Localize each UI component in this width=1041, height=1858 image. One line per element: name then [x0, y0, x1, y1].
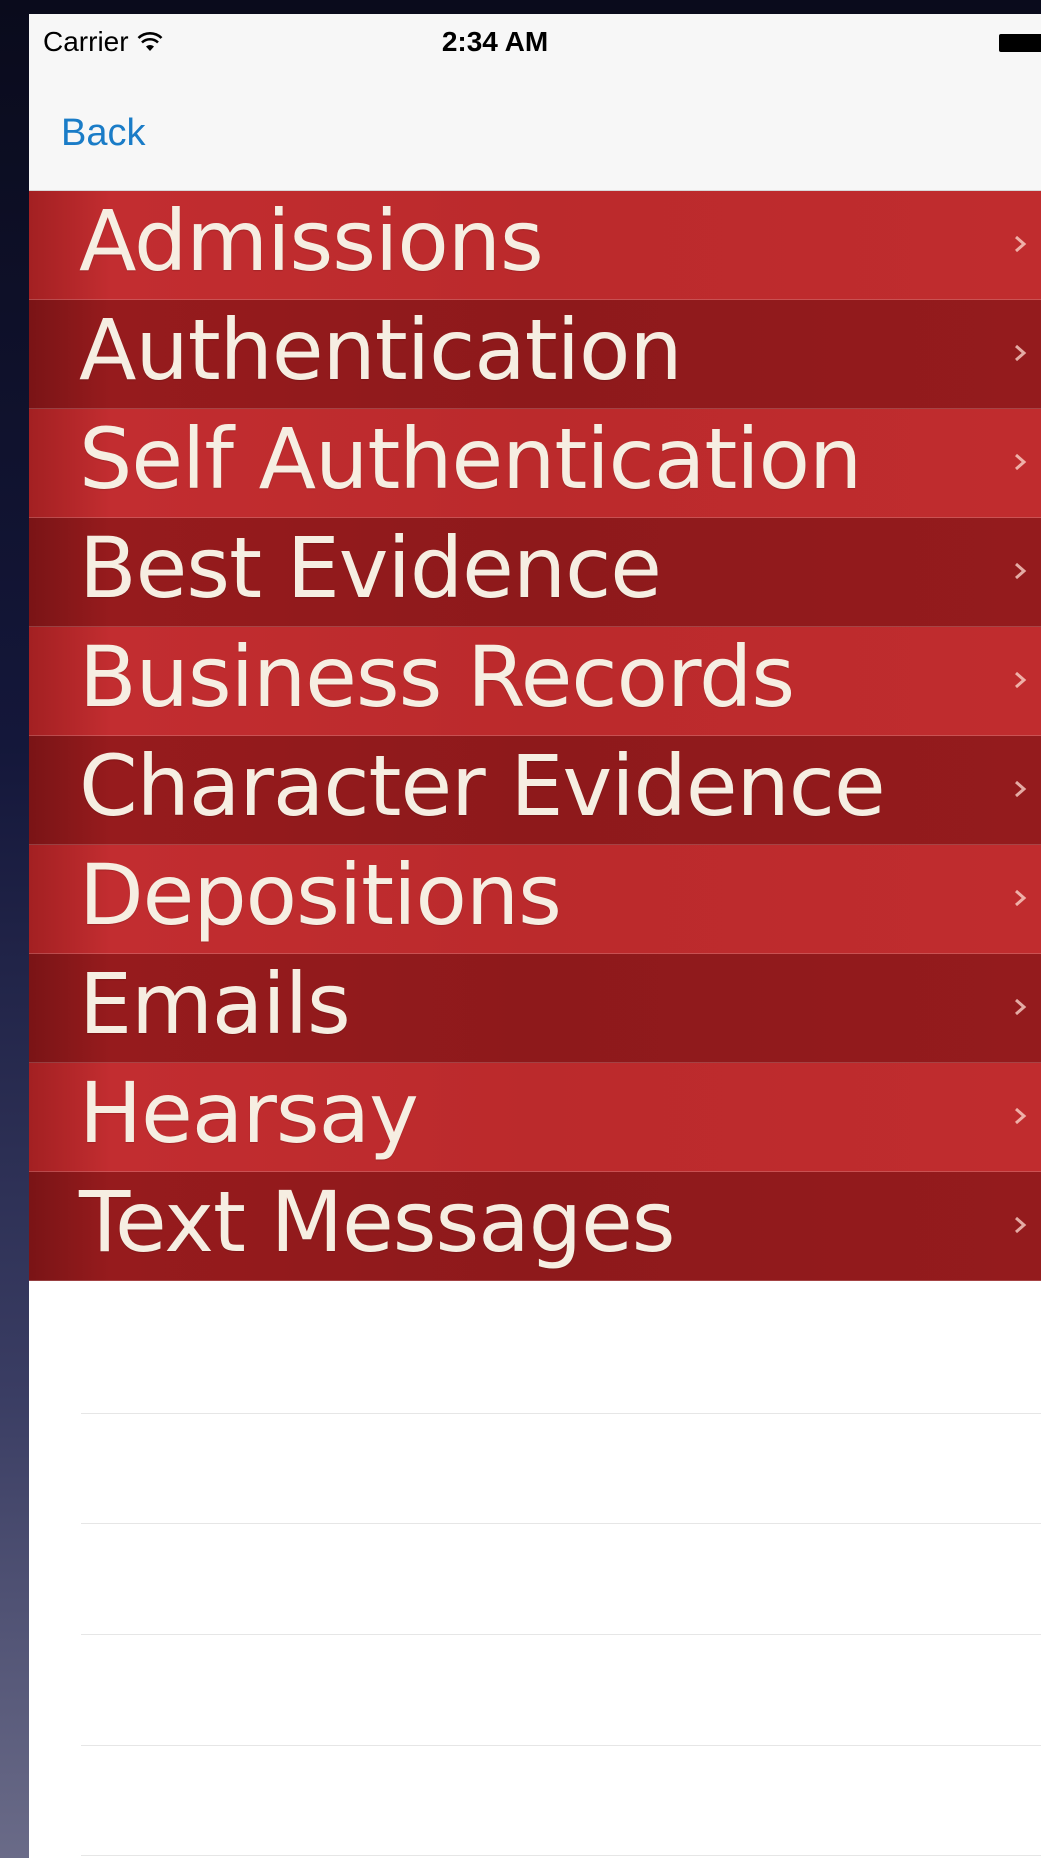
chevron-right-icon — [1015, 235, 1027, 253]
back-button[interactable]: Back — [61, 112, 145, 155]
status-time: 2:34 AM — [441, 26, 549, 57]
list-item-label: Emails — [79, 955, 351, 1053]
list-item-label: Admissions — [79, 192, 544, 290]
list-item-label: Depositions — [79, 846, 562, 944]
list-item[interactable]: Emails — [29, 954, 1041, 1063]
row-separator — [81, 1523, 1041, 1524]
list-item-label: Text Messages — [79, 1173, 676, 1271]
row-separator — [81, 1413, 1041, 1414]
list-item[interactable]: Business Records — [29, 627, 1041, 736]
list-item-label: Business Records — [79, 628, 795, 726]
chevron-right-icon — [1015, 453, 1027, 471]
navigation-bar: Back — [29, 70, 1041, 191]
list-item-label: Hearsay — [79, 1064, 419, 1162]
list-item[interactable]: Hearsay — [29, 1063, 1041, 1172]
row-separator — [81, 1855, 1041, 1856]
list-item-label: Authentication — [79, 301, 683, 399]
list-item-label: Self Authentication — [79, 410, 862, 508]
device-screen: Carrier 2:34 AM Back Admissions Authentic… — [29, 14, 1041, 1858]
list-item[interactable]: Self Authentication — [29, 409, 1041, 518]
list-item-label: Character Evidence — [79, 737, 886, 835]
list-item[interactable]: Depositions — [29, 845, 1041, 954]
battery-icon — [999, 34, 1041, 52]
chevron-right-icon — [1015, 889, 1027, 907]
list-item[interactable]: Admissions — [29, 191, 1041, 300]
chevron-right-icon — [1015, 671, 1027, 689]
list-item[interactable]: Best Evidence — [29, 518, 1041, 627]
topic-list: Admissions Authentication Self Authenticat… — [29, 191, 1041, 1281]
row-separator — [81, 1634, 1041, 1635]
list-item[interactable]: Authentication — [29, 300, 1041, 409]
status-bar: Carrier 2:34 AM — [29, 14, 1041, 70]
chevron-right-icon — [1015, 1216, 1027, 1234]
chevron-right-icon — [1015, 562, 1027, 580]
row-separator — [81, 1745, 1041, 1746]
list-item-label: Best Evidence — [79, 519, 662, 617]
chevron-right-icon — [1015, 1107, 1027, 1125]
chevron-right-icon — [1015, 998, 1027, 1016]
list-item[interactable]: Text Messages — [29, 1172, 1041, 1281]
list-item[interactable]: Character Evidence — [29, 736, 1041, 845]
chevron-right-icon — [1015, 780, 1027, 798]
chevron-right-icon — [1015, 344, 1027, 362]
empty-list-area — [29, 1301, 1041, 1858]
